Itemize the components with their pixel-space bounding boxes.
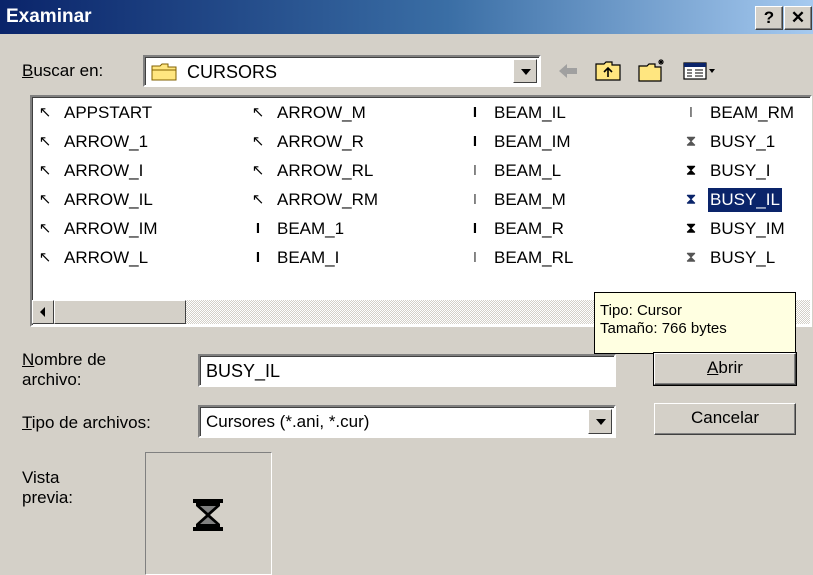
preview-label: Vista previa: xyxy=(22,468,74,507)
scroll-thumb[interactable] xyxy=(54,300,186,324)
filetype-combo[interactable]: Cursores (*.ani, *.cur) xyxy=(198,405,616,438)
cursor-file-icon: ↖ xyxy=(251,191,265,208)
scroll-left-button[interactable] xyxy=(32,300,54,324)
list-item[interactable]: ↖ APPSTART xyxy=(34,101,154,125)
list-item[interactable]: I BEAM_IL xyxy=(464,101,568,125)
lookin-dropdown-button[interactable] xyxy=(513,59,537,83)
preview-box xyxy=(145,452,272,575)
lookin-combo[interactable]: CURSORS xyxy=(143,55,541,87)
beam-file-icon: I xyxy=(472,162,478,179)
lookin-value: CURSORS xyxy=(187,62,278,82)
list-item[interactable]: ⧗ BUSY_1 xyxy=(680,130,777,154)
cancel-button[interactable]: Cancelar xyxy=(654,403,796,435)
help-button[interactable]: ? xyxy=(755,6,783,30)
cursor-file-icon: ↖ xyxy=(38,104,52,121)
list-item[interactable]: ⧗ BUSY_IM xyxy=(680,217,787,241)
list-item[interactable]: ⧗ BUSY_I xyxy=(680,159,772,183)
list-item[interactable]: ↖ ARROW_1 xyxy=(34,130,150,154)
left-arrow-icon xyxy=(40,307,45,317)
filetype-dropdown-button[interactable] xyxy=(588,409,612,434)
list-item[interactable]: ↖ ARROW_L xyxy=(34,246,150,270)
hourglass-icon xyxy=(193,499,223,531)
filename-input[interactable]: BUSY_IL xyxy=(198,354,616,387)
hourglass-file-icon: ⧗ xyxy=(685,220,697,237)
back-arrow-icon[interactable] xyxy=(555,58,581,84)
hourglass-file-icon: ⧗ xyxy=(685,162,697,179)
beam-file-icon: I xyxy=(255,249,261,266)
hourglass-file-icon: ⧗ xyxy=(685,249,697,266)
view-menu-icon[interactable] xyxy=(682,58,718,84)
list-item[interactable]: I BEAM_I xyxy=(247,246,341,270)
beam-file-icon: I xyxy=(472,133,478,150)
cursor-file-icon: ↖ xyxy=(38,133,52,150)
filetype-value: Cursores (*.ani, *.cur) xyxy=(206,412,370,431)
beam-file-icon: I xyxy=(472,191,478,208)
open-dialog: Examinar ? ✕ Buscar en: CURSORS ↖ APPSTAR… xyxy=(0,0,813,575)
list-item[interactable]: I BEAM_1 xyxy=(247,217,346,241)
list-item[interactable]: I BEAM_IM xyxy=(464,130,573,154)
cursor-file-icon: ↖ xyxy=(38,162,52,179)
beam-file-icon: I xyxy=(472,104,478,121)
window-title: Examinar xyxy=(6,6,92,27)
beam-file-icon: I xyxy=(688,104,694,121)
file-tooltip: Tipo: Cursor Tamaño: 766 bytes xyxy=(594,292,796,354)
tooltip-type: Tipo: Cursor xyxy=(600,302,682,319)
filename-value: BUSY_IL xyxy=(206,361,281,381)
list-item[interactable]: ↖ ARROW_R xyxy=(247,130,366,154)
list-item[interactable]: ⧗ BUSY_L xyxy=(680,246,777,270)
list-item[interactable]: I BEAM_R xyxy=(464,217,566,241)
lookin-label: Buscar en: xyxy=(22,61,104,80)
beam-file-icon: I xyxy=(472,220,478,237)
list-item[interactable]: ↖ ARROW_IM xyxy=(34,217,160,241)
list-item[interactable]: I BEAM_L xyxy=(464,159,563,183)
folder-icon xyxy=(151,63,177,81)
beam-file-icon: I xyxy=(472,249,478,266)
tooltip-size: Tamaño: 766 bytes xyxy=(600,320,727,337)
list-item[interactable]: ↖ ARROW_RM xyxy=(247,188,380,212)
cursor-file-icon: ↖ xyxy=(38,191,52,208)
title-bar[interactable]: Examinar ? ✕ xyxy=(0,0,813,34)
list-item-selected[interactable]: ⧗ BUSY_IL xyxy=(680,187,783,213)
beam-file-icon: I xyxy=(255,220,261,237)
close-button[interactable]: ✕ xyxy=(784,6,812,30)
filetype-label: Tipo de archivos: xyxy=(22,413,151,432)
cursor-file-icon: ↖ xyxy=(251,104,265,121)
cursor-file-icon: ↖ xyxy=(251,133,265,150)
list-item[interactable]: ↖ ARROW_I xyxy=(34,159,145,183)
list-item[interactable]: ↖ ARROW_IL xyxy=(34,188,155,212)
list-item[interactable]: I BEAM_M xyxy=(464,188,568,212)
up-folder-icon[interactable] xyxy=(594,58,622,84)
list-item[interactable]: I BEAM_RL xyxy=(464,246,575,270)
new-folder-icon[interactable] xyxy=(637,58,667,84)
filename-label: Nombre de archivo: xyxy=(22,350,107,389)
open-button[interactable]: Abrir xyxy=(653,352,797,386)
hourglass-file-icon: ⧗ xyxy=(685,191,697,208)
cursor-file-icon: ↖ xyxy=(38,220,52,237)
hourglass-file-icon: ⧗ xyxy=(685,133,697,150)
cursor-file-icon: ↖ xyxy=(251,162,265,179)
cursor-file-icon: ↖ xyxy=(38,249,52,266)
list-item[interactable]: ↖ ARROW_RL xyxy=(247,159,375,183)
list-item[interactable]: I BEAM_RM xyxy=(680,101,796,125)
list-item[interactable]: ↖ ARROW_M xyxy=(247,101,368,125)
